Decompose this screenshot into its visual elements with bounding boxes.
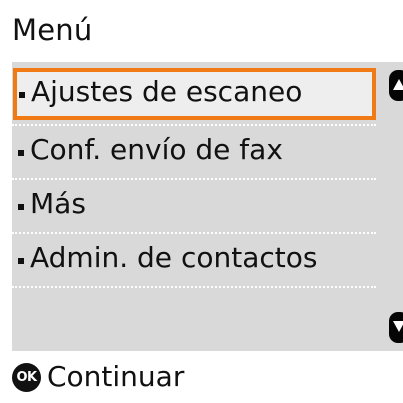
menu-bullet (18, 150, 24, 156)
ok-button-icon[interactable]: OK (12, 363, 41, 392)
menu-item-label: Ajustes de escaneo (31, 75, 303, 108)
menu-item-fax-send-settings[interactable]: Conf. envío de fax (12, 126, 376, 178)
menu-item-label: Conf. envío de fax (30, 133, 283, 166)
menu-bullet (18, 258, 24, 264)
menu-bullet (19, 92, 25, 98)
menu-item-contact-management[interactable]: Admin. de contactos (12, 234, 376, 286)
screen-header: Menú (0, 0, 403, 62)
triangle-up-icon (393, 79, 403, 90)
menu-item-more[interactable]: Más (12, 180, 376, 232)
menu-item-scan-settings[interactable]: Ajustes de escaneo (13, 68, 376, 120)
menu-item-label: Admin. de contactos (30, 241, 318, 274)
triangle-down-icon (393, 321, 403, 332)
screen-footer: OK Continuar (0, 351, 403, 403)
menu-bullet (18, 204, 24, 210)
continue-label: Continuar (47, 360, 185, 393)
menu-item-label: Más (30, 187, 86, 220)
scroll-down-button[interactable] (389, 312, 403, 343)
menu-divider (12, 286, 376, 288)
menu-list: Ajustes de escaneo Conf. envío de fax Má… (12, 62, 403, 351)
page-title: Menú (12, 13, 93, 47)
scroll-up-button[interactable] (389, 70, 403, 101)
printer-control-panel-screen: Menú Ajustes de escaneo Conf. envío de f… (0, 0, 403, 403)
